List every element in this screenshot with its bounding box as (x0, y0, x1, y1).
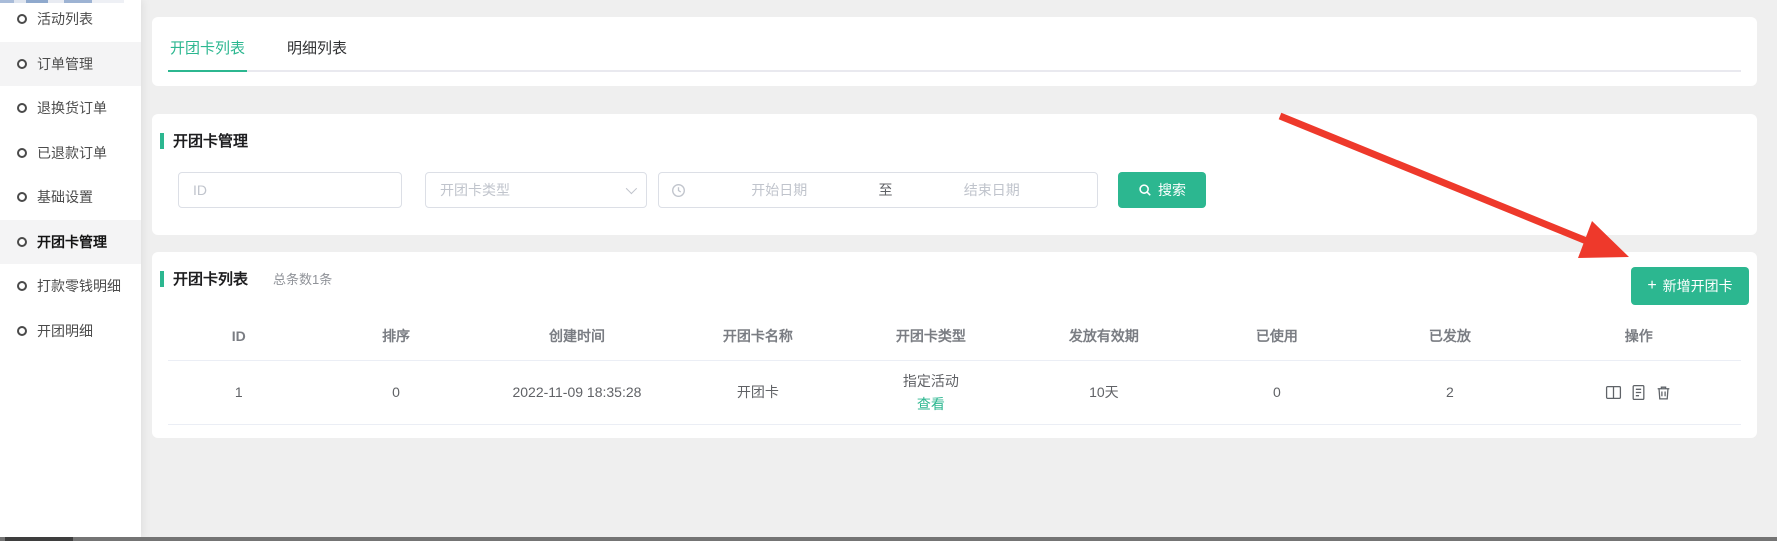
col-header-type: 开团卡类型 (844, 312, 1017, 360)
add-group-card-button[interactable]: + 新增开团卡 (1631, 267, 1749, 305)
cell-id: 1 (168, 360, 310, 424)
sidebar-item-label: 基础设置 (37, 187, 93, 207)
sidebar-item-return-orders[interactable]: 退换货订单 (0, 86, 141, 131)
card-type-select[interactable]: 开团卡类型 (425, 172, 647, 208)
col-header-issued: 已发放 (1363, 312, 1536, 360)
filter-section-title: 开团卡管理 (160, 130, 248, 151)
sidebar-item-label: 打款零钱明细 (37, 276, 121, 296)
sidebar-item-label: 已退款订单 (37, 143, 107, 163)
col-header-used: 已使用 (1190, 312, 1363, 360)
circle-icon (17, 237, 27, 247)
circle-icon (17, 326, 27, 336)
date-range-picker[interactable]: 开始日期 至 结束日期 (658, 172, 1098, 208)
document-icon[interactable] (1630, 384, 1647, 401)
sidebar-item-basic-settings[interactable]: 基础设置 (0, 175, 141, 220)
col-header-created: 创建时间 (483, 312, 672, 360)
circle-icon (17, 59, 27, 69)
search-button-label: 搜索 (1158, 180, 1186, 200)
total-count-text: 总条数1条 (273, 269, 332, 288)
sidebar: 活动列表 订单管理 退换货订单 已退款订单 基础设置 开团卡管理 打款零钱明细 … (0, 0, 141, 537)
cropped-content-strip (0, 0, 124, 3)
cell-type: 指定活动 查看 (844, 360, 1017, 424)
sidebar-item-label: 退换货订单 (37, 98, 107, 118)
cell-validity: 10天 (1017, 360, 1190, 424)
view-link[interactable]: 查看 (917, 394, 945, 414)
trash-icon[interactable] (1655, 384, 1672, 401)
cell-actions (1536, 360, 1741, 424)
cell-created: 2022-11-09 18:35:28 (483, 360, 672, 424)
col-header-id: ID (168, 312, 310, 360)
add-button-label: 新增开团卡 (1663, 276, 1733, 296)
card-type-placeholder: 开团卡类型 (440, 180, 510, 200)
accent-bar (160, 271, 164, 287)
circle-icon (17, 281, 27, 291)
sidebar-item-order-management[interactable]: 订单管理 (0, 42, 141, 87)
cell-used: 0 (1190, 360, 1363, 424)
end-date-placeholder: 结束日期 (899, 180, 1086, 200)
col-header-name: 开团卡名称 (671, 312, 844, 360)
sidebar-item-group-detail[interactable]: 开团明细 (0, 309, 141, 354)
search-button[interactable]: 搜索 (1118, 172, 1206, 208)
list-section-title: 开团卡列表 总条数1条 (160, 268, 332, 289)
col-header-actions: 操作 (1536, 312, 1741, 360)
list-title: 开团卡列表 (173, 268, 248, 289)
tab-group-card-list[interactable]: 开团卡列表 (168, 28, 247, 72)
cell-sort: 0 (310, 360, 483, 424)
id-input-wrapper (178, 172, 402, 208)
date-separator: 至 (873, 180, 899, 200)
list-card: 开团卡列表 总条数1条 + 新增开团卡 ID 排序 创建时间 开团卡名称 开团卡… (152, 252, 1757, 438)
clock-icon (671, 183, 686, 198)
tab-bar: 开团卡列表 明细列表 (168, 28, 1741, 72)
tab-detail-list[interactable]: 明细列表 (285, 28, 349, 70)
group-card-table: ID 排序 创建时间 开团卡名称 开团卡类型 发放有效期 已使用 已发放 操作 … (168, 312, 1741, 425)
col-header-validity: 发放有效期 (1017, 312, 1190, 360)
circle-icon (17, 103, 27, 113)
accent-bar (160, 133, 164, 149)
col-header-sort: 排序 (310, 312, 483, 360)
search-icon (1138, 183, 1152, 197)
filter-card: 开团卡管理 开团卡类型 开始日期 至 结束日期 搜索 (152, 114, 1757, 235)
table-header-row: ID 排序 创建时间 开团卡名称 开团卡类型 发放有效期 已使用 已发放 操作 (168, 312, 1741, 360)
bottom-window-edge (0, 537, 1777, 541)
circle-icon (17, 148, 27, 158)
chevron-down-icon (626, 183, 637, 194)
card-icon[interactable] (1605, 384, 1622, 401)
sidebar-item-payment-detail[interactable]: 打款零钱明细 (0, 264, 141, 309)
start-date-placeholder: 开始日期 (686, 180, 873, 200)
card-type-value: 指定活动 (844, 371, 1017, 391)
cropped-text-fragment (5, 537, 73, 541)
cell-issued: 2 (1363, 360, 1536, 424)
sidebar-item-activity-list[interactable]: 活动列表 (0, 0, 141, 42)
plus-icon: + (1647, 278, 1656, 294)
sidebar-item-group-card-management[interactable]: 开团卡管理 (0, 220, 141, 265)
filter-title: 开团卡管理 (173, 130, 248, 151)
sidebar-item-label: 开团明细 (37, 321, 93, 341)
tabs-card: 开团卡列表 明细列表 (152, 17, 1757, 86)
cell-name: 开团卡 (671, 360, 844, 424)
circle-icon (17, 14, 27, 24)
sidebar-item-label: 开团卡管理 (37, 232, 107, 252)
circle-icon (17, 192, 27, 202)
sidebar-item-label: 订单管理 (37, 54, 93, 74)
sidebar-item-refunded-orders[interactable]: 已退款订单 (0, 131, 141, 176)
table-row: 1 0 2022-11-09 18:35:28 开团卡 指定活动 查看 10天 … (168, 360, 1741, 424)
id-input[interactable] (179, 173, 401, 207)
sidebar-item-label: 活动列表 (37, 9, 93, 29)
